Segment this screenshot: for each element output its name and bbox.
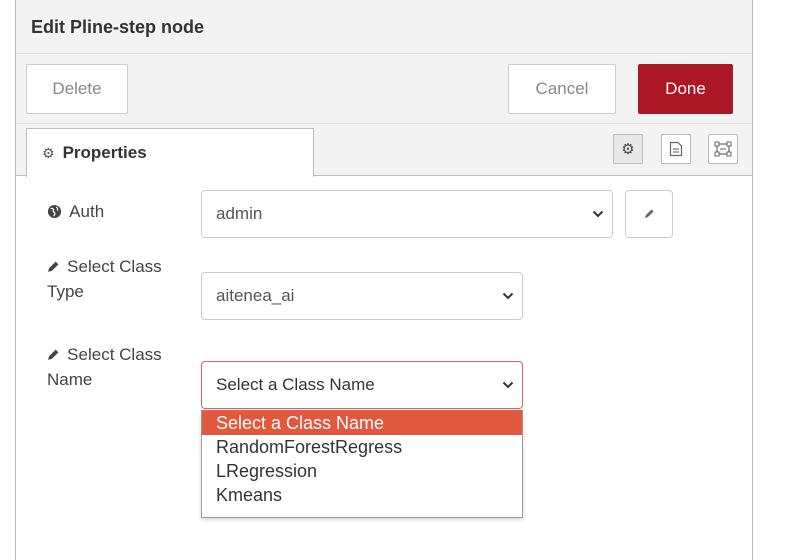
description-icon bbox=[669, 141, 683, 157]
dropdown-option[interactable]: LRegression bbox=[202, 459, 522, 483]
cancel-button[interactable]: Cancel bbox=[508, 64, 616, 114]
class-name-select[interactable]: Select a Class Name bbox=[201, 361, 523, 409]
pencil-icon bbox=[47, 347, 64, 364]
class-name-label-line1: Select Class bbox=[67, 345, 162, 364]
appearance-icon bbox=[714, 141, 732, 157]
globe-icon bbox=[47, 204, 66, 221]
tray-header: Edit Pline-step node bbox=[16, 0, 752, 54]
class-type-select[interactable]: aitenea_ai bbox=[201, 272, 523, 320]
auth-label-text: Auth bbox=[69, 202, 105, 221]
class-type-label-line2: Type bbox=[47, 282, 84, 301]
description-tab-button[interactable] bbox=[661, 134, 691, 164]
tab-properties-label: Properties bbox=[62, 143, 147, 162]
delete-button[interactable]: Delete bbox=[26, 64, 128, 114]
auth-label: Auth bbox=[47, 200, 104, 225]
chevron-down-icon bbox=[584, 210, 612, 218]
pencil-icon bbox=[47, 259, 64, 276]
appearance-tab-button[interactable] bbox=[708, 134, 738, 164]
edit-auth-button[interactable] bbox=[625, 190, 673, 238]
chevron-down-icon bbox=[494, 381, 522, 389]
dropdown-option[interactable]: Kmeans bbox=[202, 483, 522, 507]
chevron-down-icon bbox=[494, 292, 522, 300]
tray-title: Edit Pline-step node bbox=[31, 17, 205, 37]
class-name-select-value: Select a Class Name bbox=[216, 375, 375, 394]
auth-select-value: admin bbox=[216, 204, 263, 223]
tray-toolbar: Delete Cancel Done bbox=[16, 54, 752, 124]
gear-icon: ⚙ bbox=[42, 144, 55, 161]
dropdown-option[interactable]: Select a Class Name bbox=[202, 411, 522, 435]
tab-properties[interactable]: ⚙ Properties bbox=[26, 128, 314, 177]
node-editor-tray: Edit Pline-step node Delete Cancel Done … bbox=[15, 0, 753, 560]
properties-tab-button[interactable]: ⚙ bbox=[613, 134, 643, 164]
auth-select[interactable]: admin bbox=[201, 190, 613, 238]
dropdown-option[interactable]: RandomForestRegress bbox=[202, 435, 522, 459]
done-button[interactable]: Done bbox=[638, 64, 733, 114]
pencil-icon bbox=[645, 209, 654, 218]
class-type-select-value: aitenea_ai bbox=[216, 286, 295, 305]
class-name-label: Select Class Name bbox=[47, 343, 162, 392]
class-type-label-line1: Select Class bbox=[67, 257, 162, 276]
gear-icon: ⚙ bbox=[621, 141, 635, 158]
class-type-label: Select Class Type bbox=[47, 255, 162, 304]
class-name-dropdown: Select a Class Name RandomForestRegress … bbox=[201, 410, 523, 518]
class-name-label-line2: Name bbox=[47, 370, 93, 389]
tabs-bar: ⚙ Properties ⚙ bbox=[16, 124, 752, 177]
